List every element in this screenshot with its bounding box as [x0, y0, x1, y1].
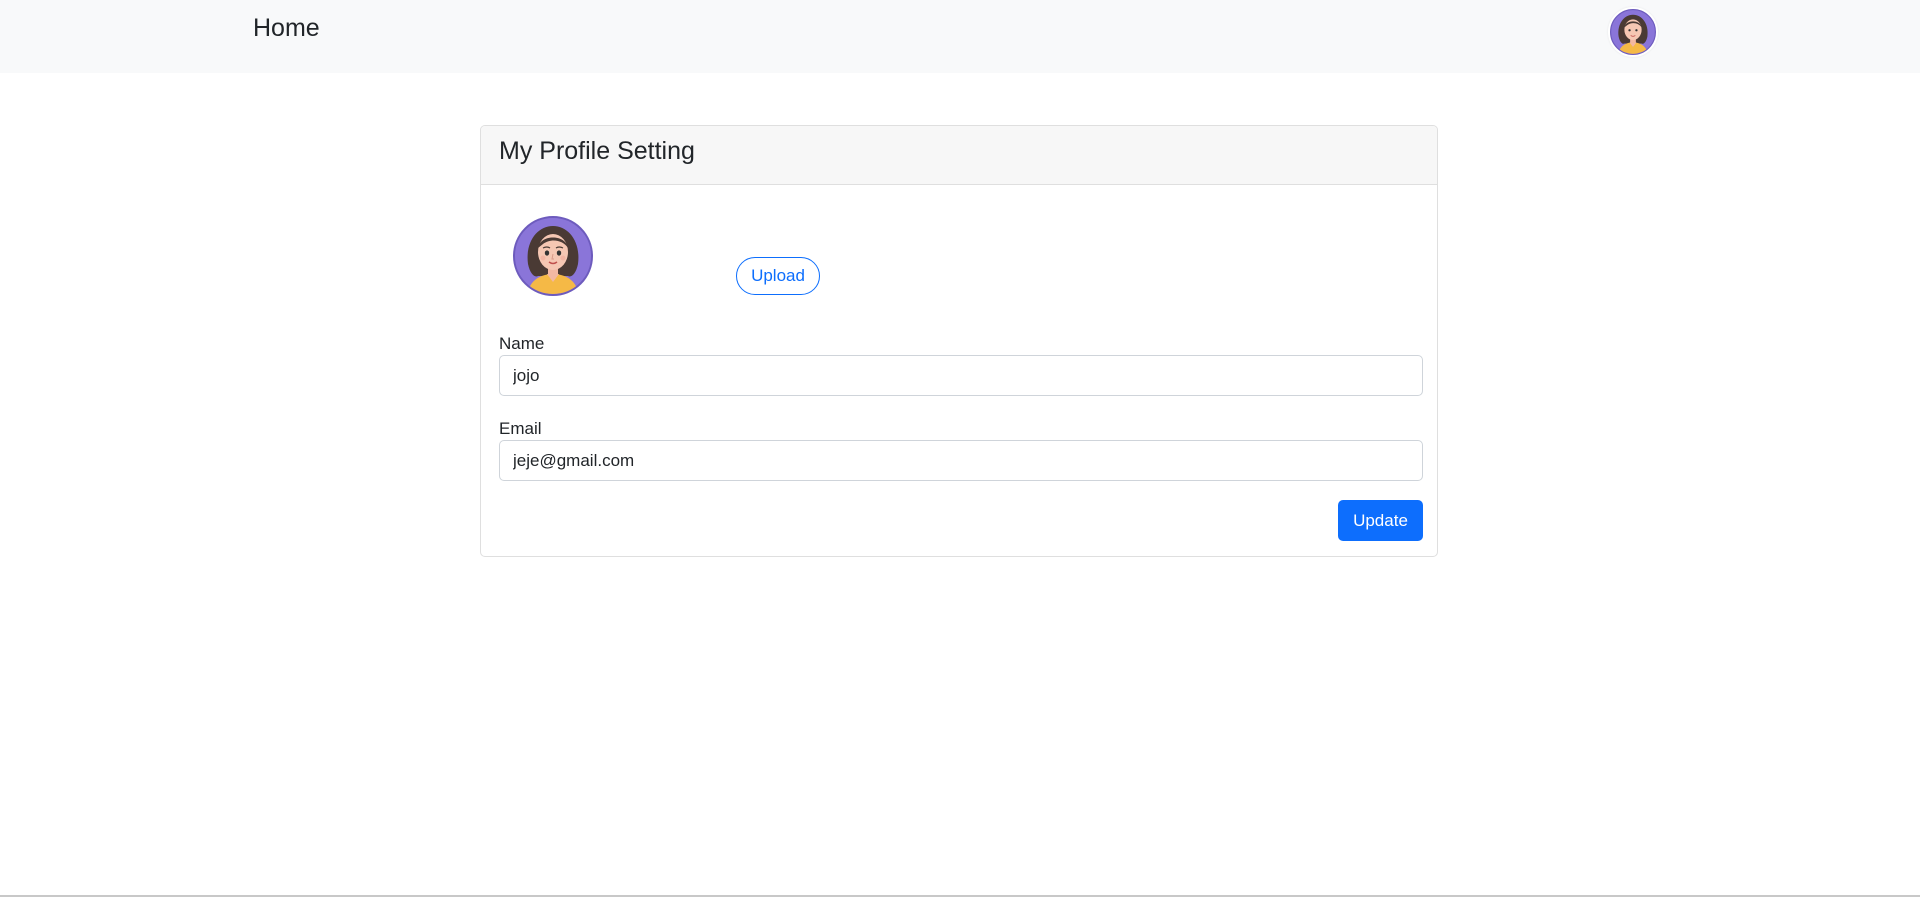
woman-avatar-icon [513, 216, 593, 296]
nav-user-avatar[interactable] [1608, 7, 1658, 57]
name-label: Name [499, 334, 545, 353]
email-input[interactable] [499, 440, 1423, 481]
update-button[interactable]: Update [1338, 500, 1423, 541]
email-label: Email [499, 419, 542, 438]
home-link[interactable]: Home [253, 14, 320, 43]
upload-button[interactable]: Upload [736, 257, 820, 295]
profile-settings-card: My Profile Setting Upload Name jojo Emai… [480, 125, 1438, 557]
card-title: My Profile Setting [481, 126, 1437, 185]
user-avatar-icon [1610, 9, 1656, 55]
profile-avatar [513, 216, 593, 296]
name-input[interactable] [499, 355, 1423, 396]
top-navbar: Home [0, 0, 1920, 73]
